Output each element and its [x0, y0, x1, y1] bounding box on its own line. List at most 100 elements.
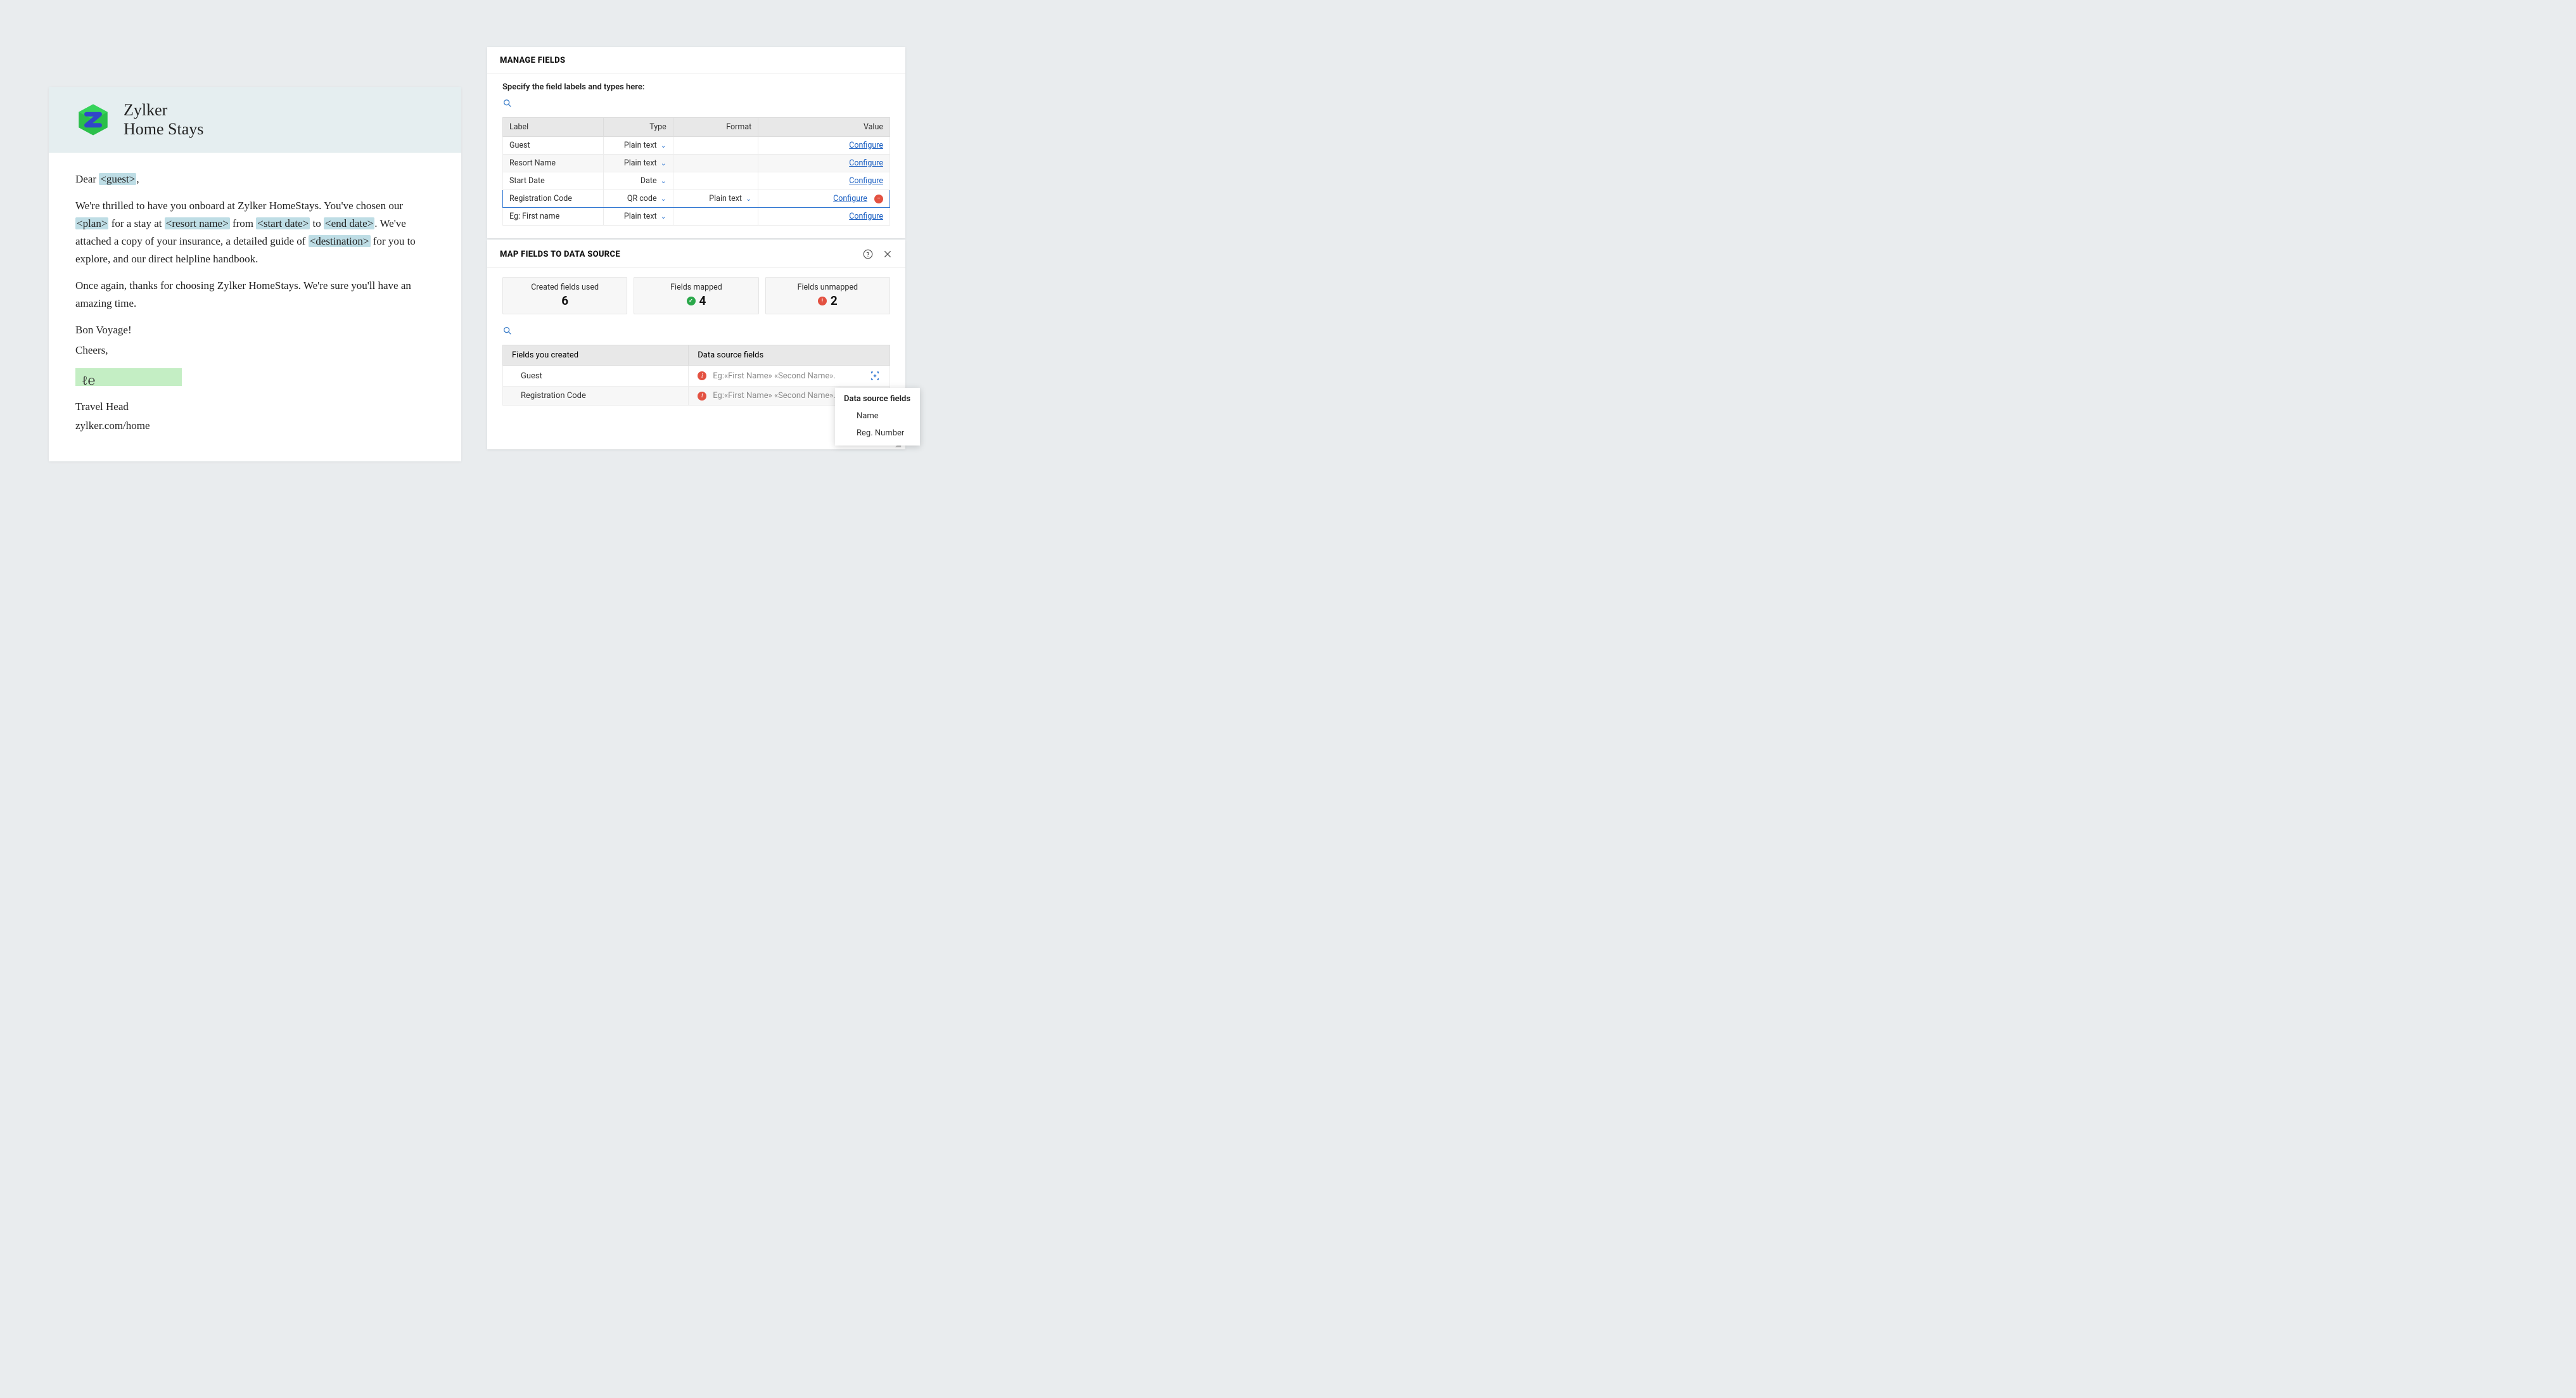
text-frag: We're thrilled to have you onboard at Zy… [75, 200, 403, 212]
format-cell [673, 137, 758, 155]
field-row[interactable]: Start Date Date ⌄ Configure [503, 172, 890, 190]
field-row-new[interactable]: Eg: First name Plain text ⌄ Configure [503, 208, 890, 226]
greeting-suffix: , [136, 173, 139, 185]
manage-fields-panel: MANAGE FIELDS Specify the field labels a… [487, 47, 905, 238]
data-source-hint[interactable]: Eg:«First Name» «Second Name». [713, 371, 836, 381]
search-icon[interactable] [502, 98, 514, 110]
thanks-paragraph: Once again, thanks for choosing Zylker H… [75, 277, 435, 312]
stat-value: 2 [831, 293, 838, 308]
chevron-down-icon: ⌄ [661, 177, 666, 185]
help-icon[interactable] [862, 248, 874, 260]
field-name: Registration Code [503, 387, 689, 406]
field-label[interactable]: Resort Name [503, 155, 604, 172]
type-select[interactable]: Plain text ⌄ [624, 158, 666, 168]
configure-link[interactable]: Configure [849, 176, 883, 186]
configure-link[interactable]: Configure [833, 194, 867, 203]
chevron-down-icon: ⌄ [661, 195, 666, 203]
stat-value: 6 [561, 293, 568, 308]
dropdown-item[interactable]: Name [835, 407, 920, 425]
signoff-line-1: Bon Voyage! [75, 321, 435, 339]
field-label[interactable]: Registration Code [503, 190, 604, 208]
greeting-line: Dear <guest>, [75, 170, 435, 188]
merge-tag-destination[interactable]: <destination> [309, 235, 371, 247]
field-name: Guest [503, 366, 689, 387]
greeting-prefix: Dear [75, 173, 99, 185]
check-icon: ✓ [687, 297, 696, 305]
type-select[interactable]: QR code ⌄ [627, 194, 666, 203]
col-type: Type [603, 118, 673, 137]
field-row-active[interactable]: Registration Code QR code ⌄ Plain text⌄ C… [503, 190, 890, 208]
search-icon[interactable] [502, 326, 514, 337]
type-value: QR code [627, 194, 657, 203]
mapping-row[interactable]: Registration Code i Eg:«First Name» «Sec… [503, 387, 890, 406]
signature-scribble-icon: ℓ℮ [82, 371, 96, 392]
stat-label: Fields unmapped [770, 283, 886, 292]
stat-label: Created fields used [507, 283, 623, 292]
sender-role: Travel Head [75, 398, 435, 416]
brand-name-line1: Zylker [124, 101, 203, 120]
remove-field-button[interactable]: − [874, 195, 883, 203]
stat-label: Fields mapped [638, 283, 754, 292]
mapping-table: Fields you created Data source fields Gu… [502, 345, 890, 406]
col-format: Format [673, 118, 758, 137]
merge-tag-guest[interactable]: <guest> [99, 173, 136, 185]
merge-tag-end-date[interactable]: <end date> [324, 217, 374, 229]
stat-created-fields: Created fields used 6 [502, 277, 627, 314]
field-label-placeholder[interactable]: Eg: First name [503, 208, 604, 226]
type-value: Plain text [624, 158, 657, 168]
field-label[interactable]: Guest [503, 137, 604, 155]
close-icon[interactable] [883, 249, 893, 259]
format-cell [673, 208, 758, 226]
format-cell [673, 172, 758, 190]
text-frag: for a stay at [108, 217, 164, 229]
format-cell [673, 155, 758, 172]
info-badge-icon: i [698, 392, 706, 401]
signature-field[interactable]: ℓ℮ [75, 368, 182, 386]
merge-tag-resort-name[interactable]: <resort name> [165, 217, 230, 229]
configure-link[interactable]: Configure [849, 141, 883, 150]
col-fields-created: Fields you created [503, 345, 689, 366]
type-select[interactable]: Date ⌄ [641, 176, 666, 186]
col-label: Label [503, 118, 604, 137]
dropdown-item[interactable]: Reg. Number [835, 425, 920, 446]
type-select[interactable]: Plain text ⌄ [624, 212, 666, 221]
mapping-row[interactable]: Guest i Eg:«First Name» «Second Name». [503, 366, 890, 387]
type-value: Date [641, 176, 657, 186]
letter-header: Zylker Home Stays [49, 87, 461, 153]
type-value: Plain text [624, 141, 657, 150]
merge-tag-plan[interactable]: <plan> [75, 217, 108, 229]
manage-fields-title: MANAGE FIELDS [487, 47, 905, 74]
configure-link[interactable]: Configure [849, 212, 883, 221]
warning-icon: ! [818, 297, 827, 305]
chevron-down-icon: ⌄ [661, 212, 666, 221]
fields-table: Label Type Format Value Guest Plain text… [502, 117, 890, 226]
intro-paragraph: We're thrilled to have you onboard at Zy… [75, 197, 435, 268]
data-source-dropdown[interactable]: Data source fields Name Reg. Number [835, 388, 920, 446]
insert-field-icon[interactable] [869, 370, 881, 382]
sender-url: zylker.com/home [75, 417, 435, 435]
signoff-line-2: Cheers, [75, 342, 435, 359]
format-value: Plain text [709, 194, 742, 203]
text-frag: to [310, 217, 324, 229]
field-row[interactable]: Guest Plain text⌄ Configure [503, 137, 890, 155]
map-fields-title: MAP FIELDS TO DATA SOURCE [500, 250, 620, 259]
field-label[interactable]: Start Date [503, 172, 604, 190]
brand-name-line2: Home Stays [124, 120, 203, 139]
manage-fields-subtitle: Specify the field labels and types here: [502, 82, 890, 92]
chevron-down-icon: ⌄ [661, 159, 666, 167]
type-select[interactable]: Plain text⌄ [624, 141, 666, 150]
configure-link[interactable]: Configure [849, 158, 883, 168]
type-value: Plain text [624, 212, 657, 221]
stat-fields-mapped: Fields mapped ✓4 [634, 277, 758, 314]
col-data-source: Data source fields [689, 345, 890, 366]
dropdown-header: Data source fields [835, 388, 920, 407]
col-value: Value [758, 118, 890, 137]
field-row[interactable]: Resort Name Plain text ⌄ Configure [503, 155, 890, 172]
format-select[interactable]: Plain text⌄ [709, 194, 751, 203]
stat-value: 4 [699, 293, 706, 308]
data-source-hint[interactable]: Eg:«First Name» «Second Name». [713, 391, 836, 401]
brand-logo [75, 102, 111, 138]
text-frag: from [230, 217, 257, 229]
merge-tag-start-date[interactable]: <start date> [256, 217, 310, 229]
stat-fields-unmapped: Fields unmapped ! 2 [765, 277, 890, 314]
